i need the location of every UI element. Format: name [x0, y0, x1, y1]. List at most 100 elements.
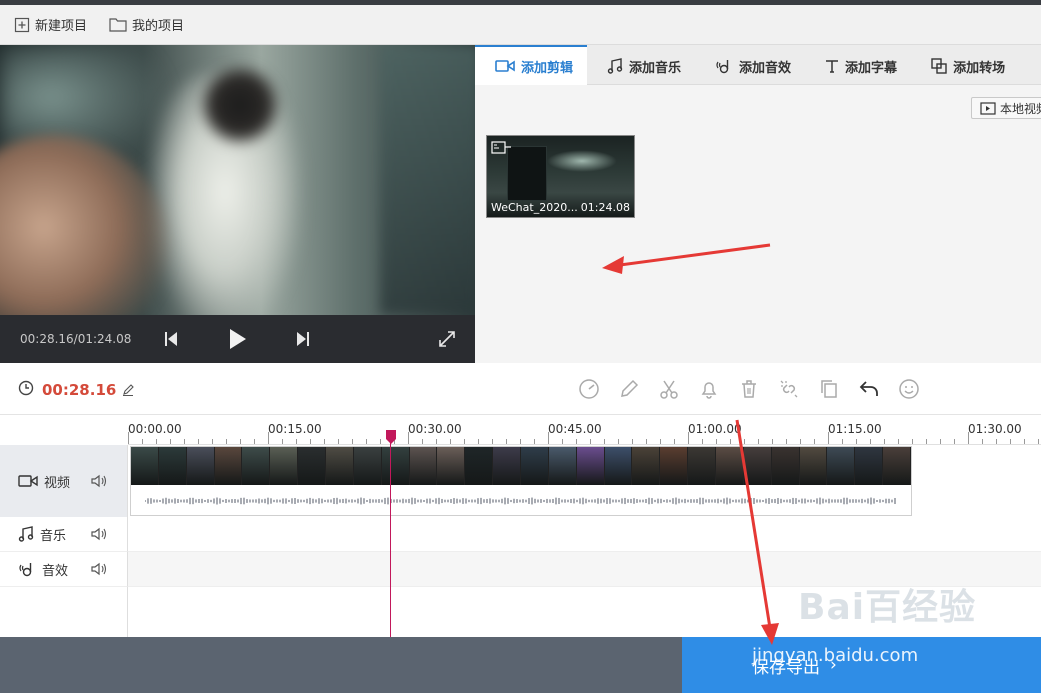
fullscreen-icon[interactable] [433, 325, 461, 353]
ruler-tick [408, 432, 409, 444]
tab-add-sound-effect-label: 添加音效 [739, 60, 792, 76]
pencil-icon[interactable] [617, 377, 641, 401]
ruler-tick [982, 439, 983, 444]
new-project-button[interactable]: 新建项目 [14, 15, 87, 34]
video-file-icon [980, 101, 996, 115]
ruler-tick [156, 439, 157, 444]
tab-add-clip[interactable]: 添加剪辑 [475, 45, 588, 85]
clip-frame [409, 447, 438, 485]
playback-time: 00:28.16/01:24.08 [20, 332, 132, 346]
tab-add-transition-label: 添加转场 [953, 60, 1006, 76]
clip-frame [270, 447, 299, 485]
video-camera-icon [18, 474, 38, 488]
ruler-tick [1024, 439, 1025, 444]
unlink-icon[interactable] [777, 377, 801, 401]
copy-icon[interactable] [817, 377, 841, 401]
ruler-tick [282, 439, 283, 444]
video-editor-window: 新建项目 我的项目 00:28.16/01:24.08 添加剪辑 添加音乐 添加… [0, 0, 1041, 693]
ruler-tick [674, 439, 675, 444]
music-track-volume-icon[interactable] [91, 527, 107, 541]
media-clip-thumbnail[interactable]: WeChat_2020... 01:24.08 [486, 135, 635, 218]
edit-time-icon[interactable] [122, 384, 135, 396]
emoji-icon[interactable] [897, 377, 921, 401]
ruler-tick [786, 439, 787, 444]
timeline-ruler[interactable]: 00:00.00 00:15.00 00:30.00 00:45.00 01:0… [128, 415, 1041, 445]
clip-frame [716, 447, 744, 485]
edit-toolbar: 00:28.16 [0, 363, 1041, 415]
ruler-tick [240, 439, 241, 444]
ruler-tick [212, 439, 213, 444]
tab-add-transition[interactable]: 添加转场 [911, 45, 1019, 85]
playhead-handle[interactable] [386, 429, 396, 444]
clip-frame [576, 447, 605, 485]
next-frame-icon[interactable] [289, 325, 317, 353]
sound-effect-track-volume-icon[interactable] [91, 562, 107, 576]
current-time-value: 00:28.16 [42, 381, 117, 399]
ruler-tick [450, 439, 451, 444]
ruler-tick [324, 439, 325, 444]
video-preview-player: 00:28.16/01:24.08 [0, 45, 475, 363]
ruler-tick [198, 439, 199, 444]
baidu-watermark-logo: Bai百经验 [798, 587, 977, 628]
bell-icon[interactable] [697, 377, 721, 401]
clip-frame [214, 447, 243, 485]
ruler-tick [996, 439, 997, 444]
baidu-watermark-text: jingyan.baidu.com [752, 645, 919, 666]
ruler-tick [520, 439, 521, 444]
clip-frame [771, 447, 800, 485]
ruler-tick [814, 439, 815, 444]
track-label-video: 视频 [44, 475, 71, 491]
my-projects-button[interactable]: 我的项目 [109, 15, 184, 34]
prev-frame-icon[interactable] [157, 325, 185, 353]
video-preview-frame[interactable] [0, 45, 475, 315]
local-video-label: 本地视频 [1000, 101, 1041, 116]
clip-frame [326, 447, 354, 485]
local-video-button[interactable]: 本地视频 [971, 97, 1041, 119]
speed-icon[interactable] [577, 377, 601, 401]
ruler-tick [548, 432, 549, 444]
ruler-tick [870, 439, 871, 444]
current-time-display: 00:28.16 [18, 380, 135, 400]
track-label-music: 音乐 [40, 528, 67, 544]
text-icon [825, 59, 839, 73]
clip-frame [883, 447, 911, 485]
trash-icon[interactable] [737, 377, 761, 401]
tab-add-music[interactable]: 添加音乐 [587, 45, 695, 85]
player-controls: 00:28.16/01:24.08 [0, 315, 475, 363]
ruler-tick [800, 439, 801, 444]
clip-frame [186, 447, 215, 485]
ruler-tick [1010, 439, 1011, 444]
tab-add-sound-effect[interactable]: 添加音效 [695, 45, 805, 85]
scissors-icon[interactable] [657, 377, 681, 401]
track-head-music: 音乐 [0, 517, 128, 552]
play-icon[interactable] [224, 325, 252, 353]
track-label-sound-effect: 音效 [42, 563, 69, 579]
ruler-tick [590, 439, 591, 444]
clip-frame [855, 447, 884, 485]
ruler-tick [128, 432, 129, 444]
ruler-tick [1038, 439, 1039, 444]
video-track-volume-icon[interactable] [91, 474, 107, 488]
ruler-tick [618, 439, 619, 444]
ruler-tick [688, 432, 689, 444]
ruler-tick [716, 439, 717, 444]
tab-add-subtitle[interactable]: 添加字幕 [805, 45, 911, 85]
tick-label: 01:15.00 [828, 422, 882, 436]
tab-add-subtitle-label: 添加字幕 [845, 60, 898, 76]
tick-label: 00:00.00 [128, 422, 182, 436]
clip-frame [298, 447, 327, 485]
clip-frame [465, 447, 494, 485]
track-head-sound-effect: 音效 [0, 552, 128, 587]
video-clip-on-timeline[interactable] [130, 446, 912, 516]
ruler-tick [338, 439, 339, 444]
ruler-tick [142, 439, 143, 444]
ruler-tick [730, 439, 731, 444]
new-project-label: 新建项目 [35, 19, 88, 34]
undo-icon[interactable] [857, 377, 881, 401]
ruler-tick [940, 439, 941, 444]
ruler-tick [184, 439, 185, 444]
folder-icon [109, 17, 127, 32]
ruler-tick [912, 439, 913, 444]
music-track-row[interactable] [128, 517, 1041, 552]
clip-frame [437, 447, 466, 485]
